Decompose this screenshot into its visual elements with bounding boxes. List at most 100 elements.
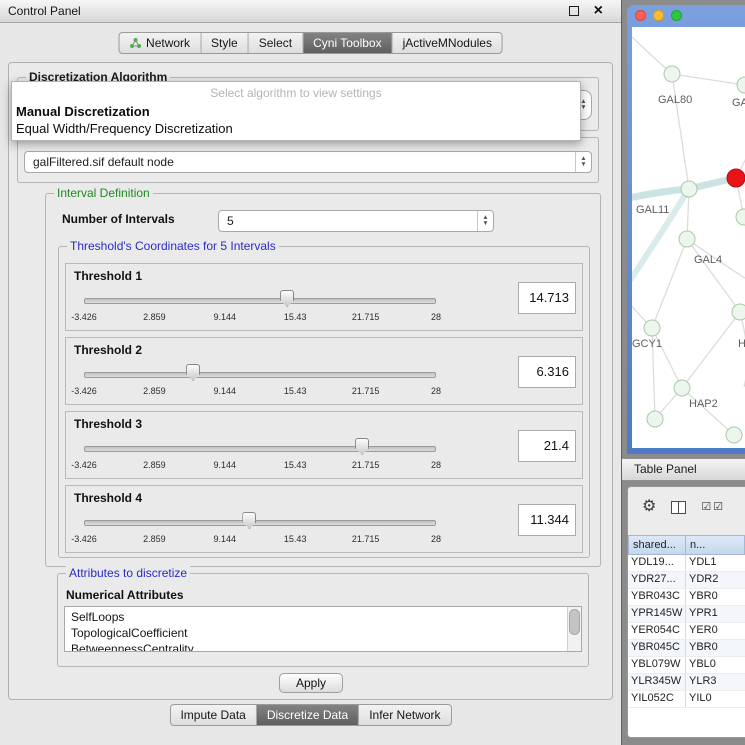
threshold-value-field[interactable]: 21.4 [518,430,576,462]
tick-label: 28 [431,386,441,396]
select-rows-icon[interactable]: ☑ ☑ [701,501,723,513]
numerical-attributes-list[interactable]: SelfLoops TopologicalCoefficient Between… [64,606,582,652]
tick-label: 2.859 [143,386,166,396]
tab-style[interactable]: Style [201,33,249,53]
table-row[interactable]: YBR045C YBR0 [628,640,745,657]
table-cell: YBL0 [686,657,745,673]
slider-track[interactable] [84,298,436,304]
tab-jactivemnodules[interactable]: jActiveMNodules [393,33,502,53]
tab-network[interactable]: Network [119,33,201,53]
node-label: H [738,338,745,350]
threshold-value-field[interactable]: 14.713 [518,282,576,314]
network-node[interactable] [644,320,660,336]
window-controls [635,10,682,21]
combobox-stepper[interactable]: ▲ ▼ [575,152,591,172]
threshold-value-field[interactable]: 6.316 [518,356,576,388]
slider-thumb[interactable] [242,512,256,529]
tick-label: 9.144 [214,460,237,470]
column-header[interactable]: shared... [628,535,686,555]
screen: Control Panel × Network Style Select Cyn… [0,0,745,745]
tab-impute-data[interactable]: Impute Data [170,705,256,725]
network-node[interactable] [647,411,663,427]
interval-definition-group: Interval Definition Number of Intervals … [45,193,601,567]
algorithm-dropdown-popup: Select algorithm to view settings Manual… [11,81,581,141]
network-icon [129,37,141,49]
control-panel-window: Control Panel × Network Style Select Cyn… [0,0,622,745]
tab-infer-network[interactable]: Infer Network [359,705,450,725]
slider-scale: -3.426 2.859 9.144 15.43 21.715 28 [84,534,436,546]
slider-track[interactable] [84,446,436,452]
slider-track[interactable] [84,520,436,526]
slider-thumb[interactable] [280,290,294,307]
network-node[interactable] [732,304,745,320]
cyni-toolbox-panel: Discretization Algorithm ▲ ▼ Select algo… [8,62,613,700]
list-scrollbar[interactable] [567,607,581,651]
network-node[interactable] [679,231,695,247]
table-row[interactable]: YER054C YER0 [628,623,745,640]
control-panel-titlebar: Control Panel × [0,0,621,23]
list-item[interactable]: TopologicalCoefficient [65,625,581,641]
network-node-selected[interactable] [727,169,745,187]
threshold-slider[interactable]: -3.426 2.859 9.144 15.43 21.715 28 [84,290,436,330]
network-node[interactable] [736,209,745,225]
threshold-value-field[interactable]: 11.344 [518,504,576,536]
scrollbar-thumb[interactable] [569,609,580,635]
columns-icon[interactable] [671,501,686,514]
network-node[interactable] [664,66,680,82]
network-node[interactable] [737,77,745,93]
threshold-slider[interactable]: -3.426 2.859 9.144 15.43 21.715 28 [84,364,436,404]
table-data-group: Table Data galFiltered.sif default node … [17,137,599,183]
table-data-combobox[interactable]: galFiltered.sif default node ▲ ▼ [24,151,592,173]
table-row[interactable]: YIL052C YIL0 [628,691,745,708]
tab-label: Select [259,36,292,50]
bottom-tab-bar: Impute Data Discretize Data Infer Networ… [169,704,451,726]
close-traffic-light-icon[interactable] [635,10,646,21]
tick-label: 9.144 [214,534,237,544]
close-icon[interactable]: × [594,0,603,22]
tick-label: 9.144 [214,386,237,396]
table-cell: YLR3 [686,674,745,690]
tick-label: 15.43 [284,386,307,396]
slider-track[interactable] [84,372,436,378]
group-title: Threshold's Coordinates for 5 Intervals [67,239,279,253]
slider-thumb[interactable] [186,364,200,381]
table-row[interactable]: YBR043C YBR0 [628,589,745,606]
number-of-intervals-combobox[interactable]: 5 ▲ ▼ [218,210,494,232]
table-row[interactable]: YLR345W YLR3 [628,674,745,691]
combobox-stepper[interactable]: ▲ ▼ [477,211,493,231]
tick-label: 15.43 [284,534,307,544]
list-item[interactable]: BetweennessCentrality [65,641,581,652]
table-row[interactable]: YDR27... YDR2 [628,572,745,589]
table-cell: YLR345W [628,674,686,690]
node-label: HAP2 [689,398,718,410]
list-item[interactable]: SelfLoops [65,607,581,625]
network-canvas[interactable]: GAL80 GA GAL11 GAL4 GCY1 HAP2 H [632,27,745,448]
table-row[interactable]: YBL079W YBL0 [628,657,745,674]
tab-cyni-toolbox[interactable]: Cyni Toolbox [303,33,392,53]
dropdown-option-equal-width[interactable]: Equal Width/Frequency Discretization [12,120,580,137]
tab-discretize-data[interactable]: Discretize Data [257,705,359,725]
dropdown-option-manual-discretization[interactable]: Manual Discretization [12,103,580,120]
zoom-traffic-light-icon[interactable] [671,10,682,21]
table-row[interactable]: YPR145W YPR1 [628,606,745,623]
slider-thumb[interactable] [355,438,369,455]
slider-scale: -3.426 2.859 9.144 15.43 21.715 28 [84,460,436,472]
table-row[interactable]: YDL19... YDL1 [628,555,745,572]
apply-button[interactable]: Apply [279,673,343,693]
threshold-label: Threshold 2 [74,343,142,357]
minimize-traffic-light-icon[interactable] [653,10,664,21]
table-cell: YPR1 [686,606,745,622]
network-node[interactable] [681,181,697,197]
column-header[interactable]: n... [686,535,745,555]
tab-label: jActiveMNodules [403,36,492,50]
gear-icon[interactable]: ⚙ [642,499,656,515]
threshold-slider[interactable]: -3.426 2.859 9.144 15.43 21.715 28 [84,512,436,552]
network-node[interactable] [674,380,690,396]
table-cell: YDL19... [628,555,686,571]
network-node[interactable] [726,427,742,443]
float-icon[interactable] [569,6,579,16]
tick-label: -3.426 [71,312,97,322]
threshold-slider[interactable]: -3.426 2.859 9.144 15.43 21.715 28 [84,438,436,478]
tick-label: 21.715 [352,460,380,470]
tab-select[interactable]: Select [249,33,303,53]
